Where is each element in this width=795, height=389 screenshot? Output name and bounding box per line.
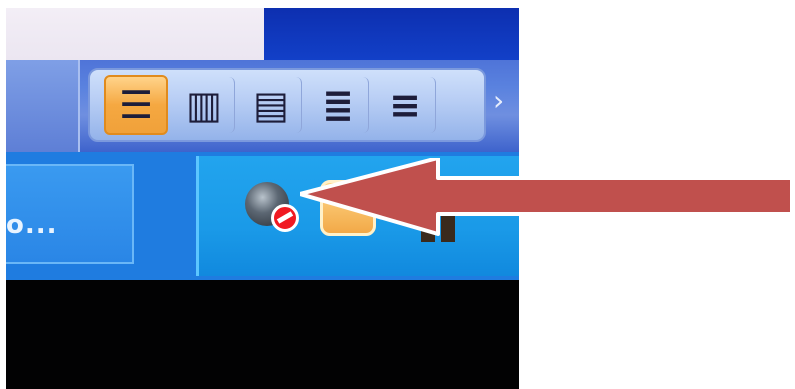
reading-layout-icon: ▥ bbox=[186, 83, 222, 127]
view-toolbar: ☰ ▥ ▤ ≣ ≡ bbox=[88, 68, 486, 142]
print-layout-button[interactable]: ≡ bbox=[375, 77, 436, 133]
blocked-badge-icon bbox=[271, 204, 299, 232]
web-layout-button[interactable]: ▤ bbox=[241, 77, 302, 133]
outline-view-button[interactable]: ≣ bbox=[308, 77, 369, 133]
normal-view-icon: ☰ bbox=[118, 83, 154, 127]
outline-view-icon: ≣ bbox=[322, 83, 354, 127]
toolbar-overflow-icon[interactable]: › bbox=[493, 84, 504, 117]
print-layout-icon: ≡ bbox=[389, 83, 421, 127]
view-toolbar-band: ☰ ▥ ▤ ≣ ≡ › bbox=[6, 60, 519, 152]
title-bar-edge bbox=[264, 8, 519, 60]
scrollbar-area[interactable] bbox=[6, 60, 80, 152]
document-window-edge bbox=[6, 8, 264, 60]
taskbar-window-label: o... bbox=[6, 210, 58, 240]
annotation-arrow-shape bbox=[300, 158, 794, 236]
web-layout-icon: ▤ bbox=[253, 83, 289, 127]
annotation-arrow bbox=[300, 158, 794, 236]
monitor-bezel bbox=[6, 280, 519, 389]
reading-layout-button[interactable]: ▥ bbox=[174, 77, 235, 133]
normal-view-button[interactable]: ☰ bbox=[104, 75, 168, 135]
network-disconnected-icon[interactable] bbox=[241, 176, 303, 238]
taskbar-window-button[interactable]: o... bbox=[6, 164, 134, 264]
